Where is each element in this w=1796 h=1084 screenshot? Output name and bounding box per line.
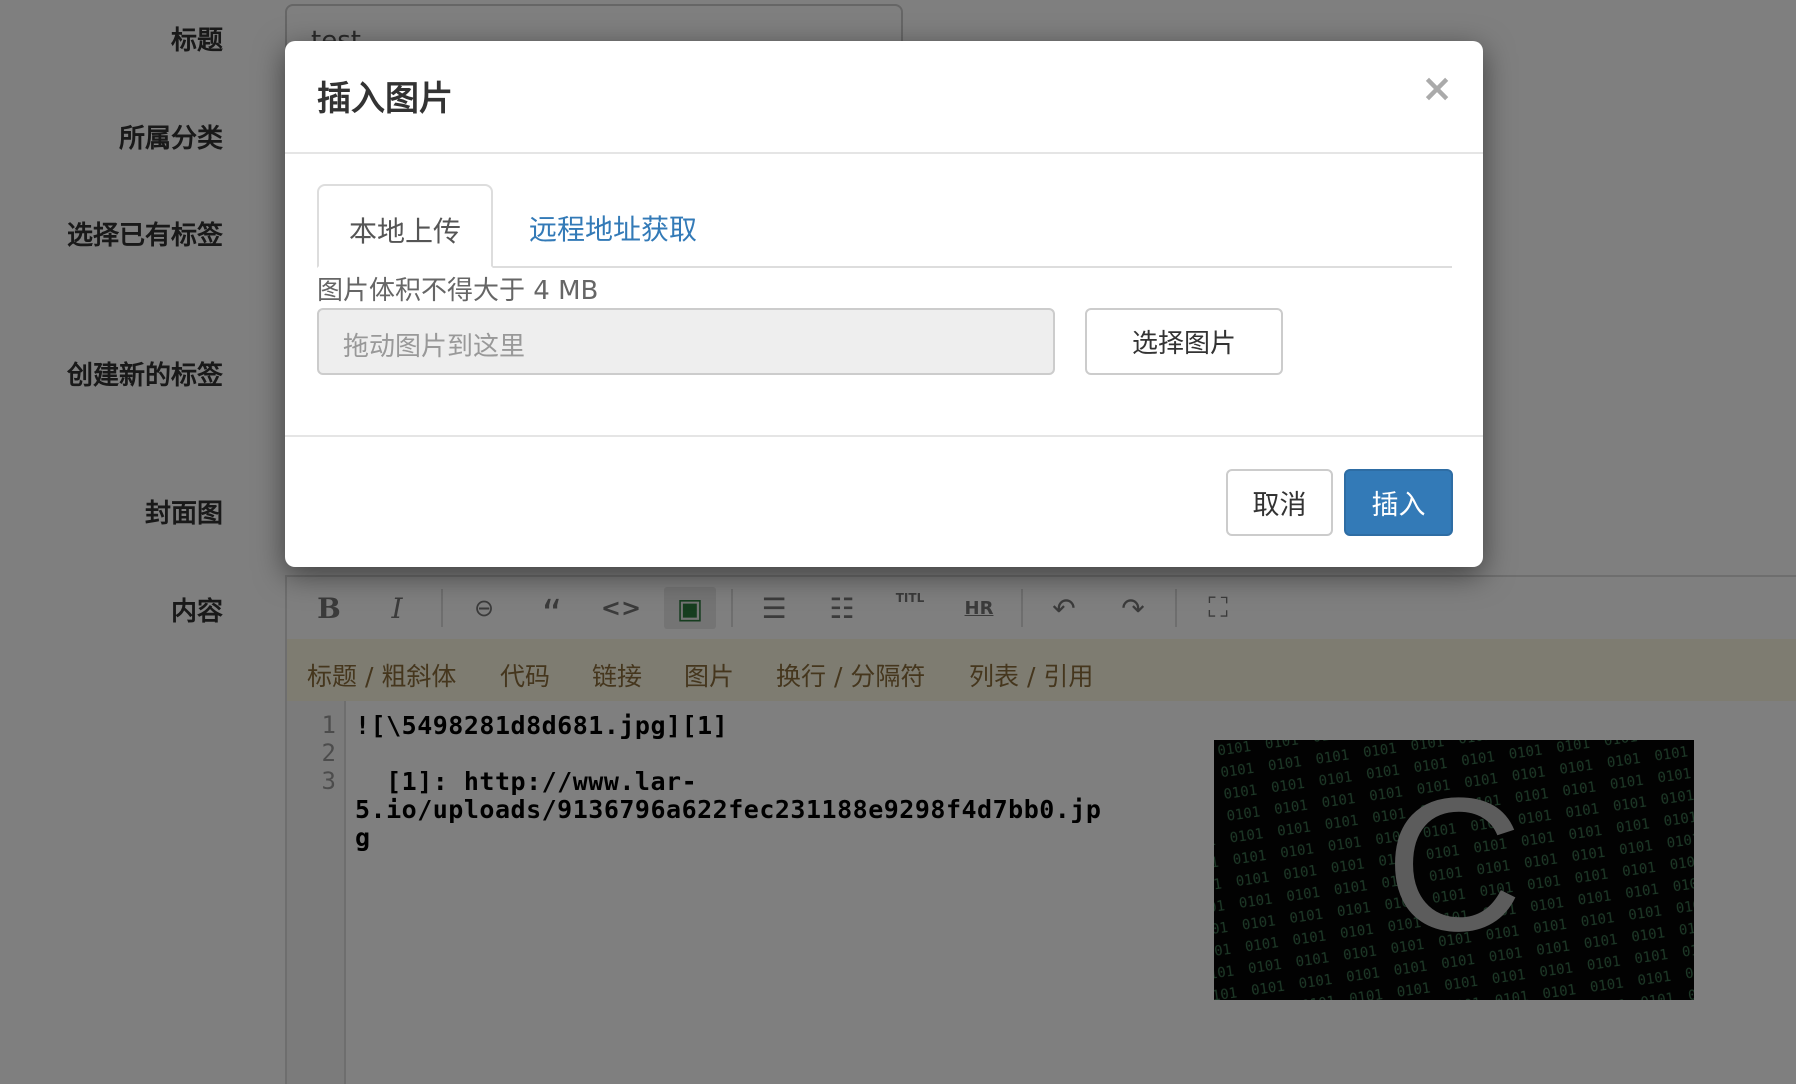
drop-zone-placeholder: 拖动图片到这里 xyxy=(343,332,526,362)
tab-local-upload[interactable]: 本地上传 xyxy=(317,184,493,268)
insert-image-dialog: 插入图片 × 本地上传 远程地址获取 图片体积不得大于 4 MB 拖动图片到这里… xyxy=(285,41,1483,567)
image-drop-zone[interactable]: 拖动图片到这里 xyxy=(317,308,1055,375)
choose-image-button[interactable]: 选择图片 xyxy=(1085,308,1283,375)
dialog-footer: 取消 插入 xyxy=(285,435,1483,567)
tab-remote-url[interactable]: 远程地址获取 xyxy=(499,184,727,266)
size-limit-note: 图片体积不得大于 4 MB xyxy=(317,276,599,306)
dialog-title: 插入图片 xyxy=(317,79,453,119)
cancel-button[interactable]: 取消 xyxy=(1226,469,1333,536)
insert-button[interactable]: 插入 xyxy=(1344,469,1453,536)
dialog-header: 插入图片 × xyxy=(285,41,1483,154)
close-icon[interactable]: × xyxy=(1421,69,1453,107)
upload-tabs: 本地上传 远程地址获取 xyxy=(317,184,1452,268)
